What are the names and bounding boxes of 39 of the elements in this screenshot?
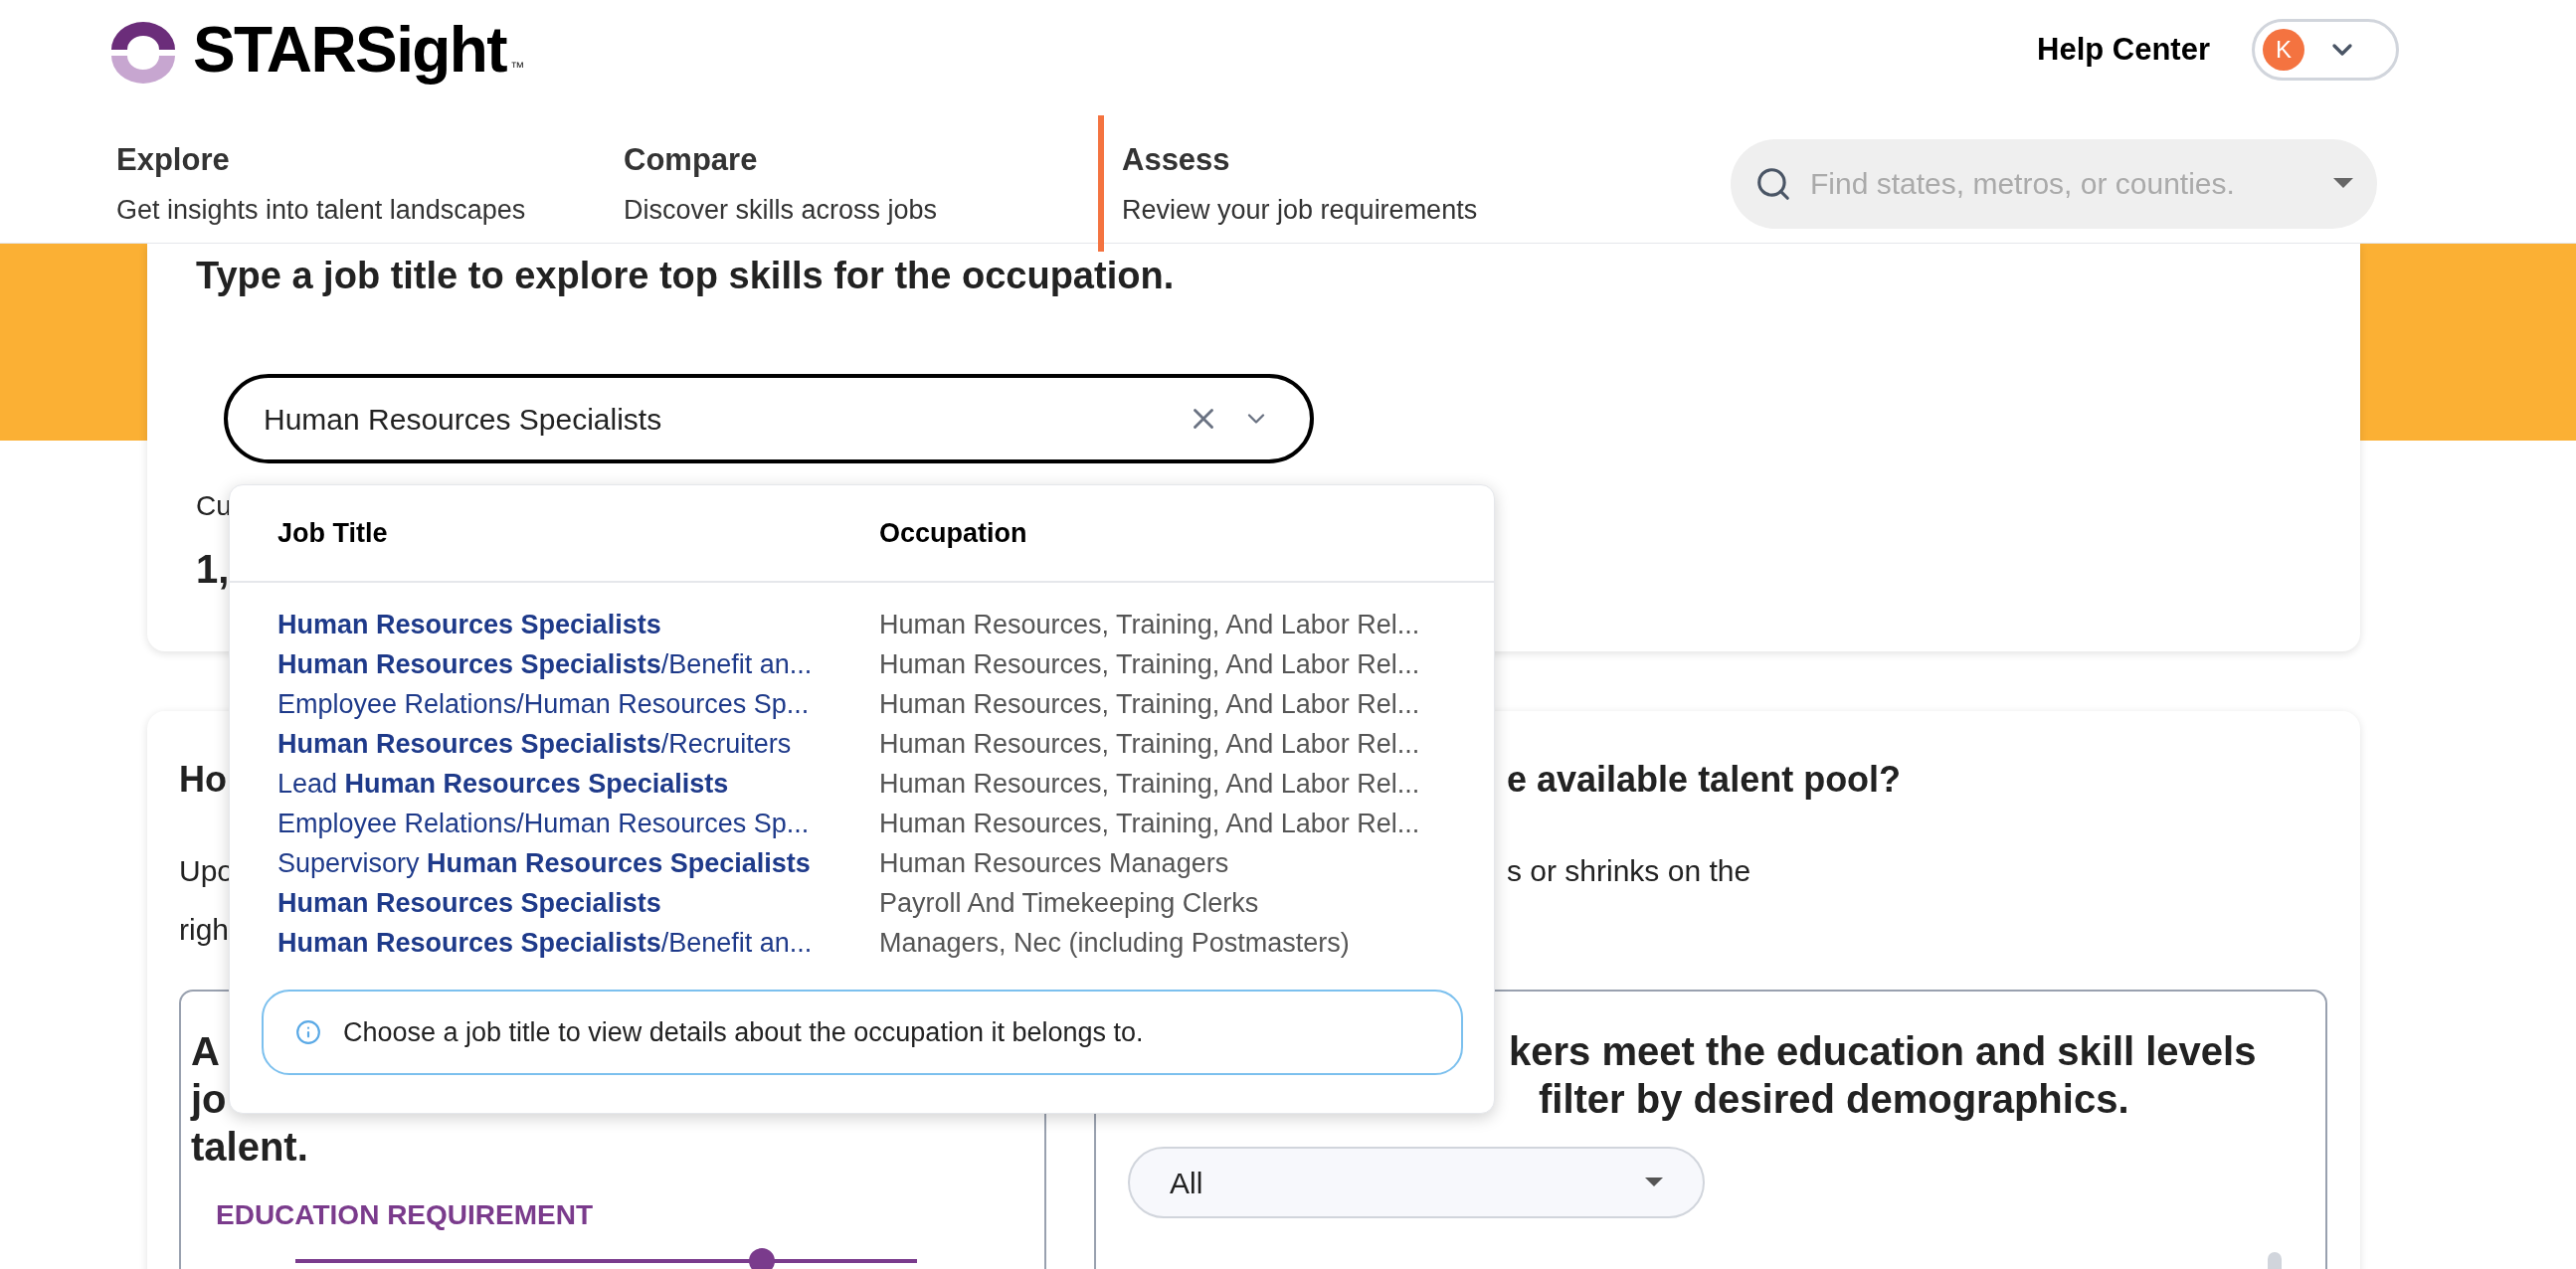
caret-icon (2333, 177, 2353, 190)
job-title-input[interactable]: Human Resources Specialists (264, 396, 1187, 442)
job-title-option[interactable]: Lead Human Resources Specialists Human Resources, Training, And Labor Rel... (230, 768, 1494, 801)
job-title-option[interactable]: Employee Relations/Human Resources Sp... Human Resources, Training, And Labor Rel... (230, 808, 1494, 840)
job-title-option[interactable]: Human Resources Specialists/Benefit an... Human Resources, Training, And Labor Rel... (230, 648, 1494, 681)
nav-tab[interactable]: Explore Get insights into talent landscapes (107, 115, 615, 252)
column-header: Occupation (879, 516, 1027, 550)
section-heading: e available talent pool? (1507, 758, 1902, 802)
column-header: Job Title (277, 516, 389, 550)
description-text: righ (179, 912, 231, 948)
demographic-select[interactable]: All (1128, 1147, 1705, 1218)
job-title-option[interactable]: Human Resources Specialists/Recruiters Human Resources, Training, And Labor Rel... (230, 728, 1494, 761)
panel-heading: kers meet the education and skill levels (1509, 1028, 2257, 1075)
info-icon (295, 1019, 321, 1045)
info-text: Choose a job title to view details about the occupation it belongs to. (343, 1015, 1144, 1049)
slider-thumb[interactable] (748, 1248, 775, 1269)
job-title-option[interactable]: Supervisory Human Resources Specialists Human Resources Managers (230, 847, 1494, 880)
search-input[interactable]: Find states, metros, or counties. (1810, 161, 2315, 206)
job-title-option[interactable]: Human Resources Specialists Payroll And Timekeeping Clerks (230, 887, 1494, 920)
location-search-field[interactable]: Find states, metros, or counties. (1731, 138, 2377, 229)
trademark: ™ (510, 58, 525, 77)
count-value: 1, (196, 546, 231, 593)
description-text: s or shrinks on the (1507, 853, 1751, 889)
education-slider[interactable] (295, 1248, 917, 1269)
help-center-link[interactable]: Help Center (2037, 26, 2210, 74)
education-label: EDUCATION REQUIREMENT (216, 1198, 595, 1232)
job-title-field[interactable]: Human Resources Specialists (224, 374, 1314, 463)
section-heading: Ho (179, 758, 228, 802)
caret-icon (1645, 1178, 1663, 1187)
panel-heading: filter by desired demographics. (1539, 1076, 2129, 1123)
logo-text: STARSight (193, 14, 507, 86)
panel-heading: jo (191, 1076, 227, 1123)
job-title-option[interactable]: Employee Relations/Human Resources Sp... Human Resources, Training, And Labor Rel... (230, 688, 1494, 721)
panel-heading: A (191, 1028, 220, 1075)
avatar: K (2263, 29, 2304, 71)
job-title-option[interactable]: Human Resources Specialists Human Resources, Training, And Labor Rel... (230, 609, 1494, 641)
job-title-option[interactable]: Human Resources Specialists/Benefit an... Managers, Nec (including Postmasters) (230, 927, 1494, 960)
panel-heading: talent. (191, 1124, 308, 1171)
card-title: Type a job title to explore top skills for the occupation. (196, 254, 1176, 298)
